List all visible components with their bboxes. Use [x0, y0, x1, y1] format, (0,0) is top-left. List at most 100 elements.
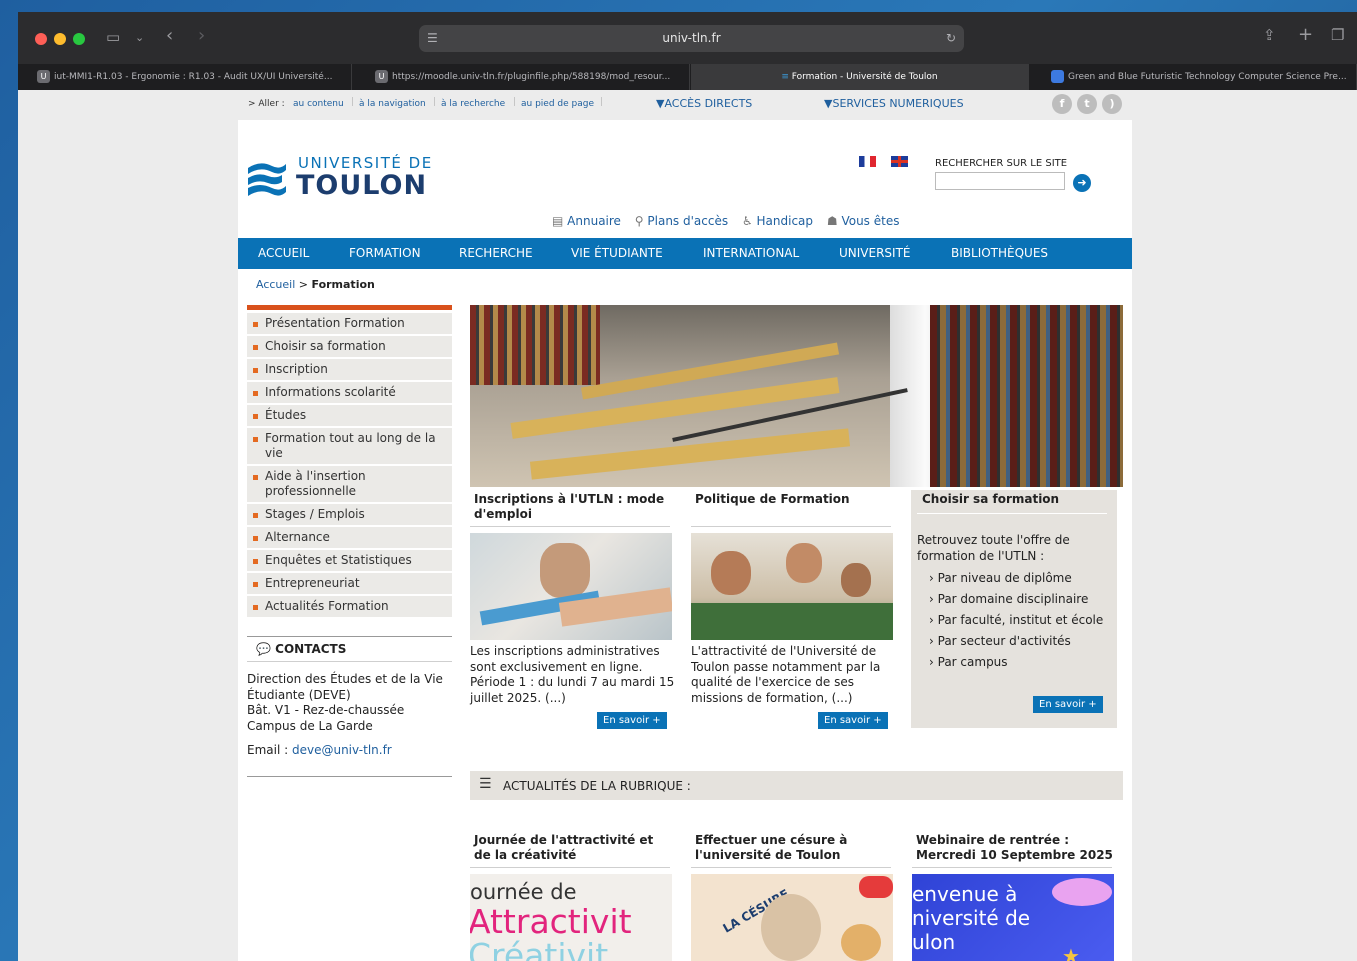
tab-favicon-icon: U [37, 70, 50, 83]
sidebar-item-presentation[interactable]: Présentation Formation [247, 313, 452, 334]
tab-item[interactable]: U https://moodle.univ-tln.fr/pluginfile.… [372, 64, 690, 90]
twitter-icon[interactable]: t [1077, 94, 1097, 114]
french-flag-icon[interactable] [859, 156, 876, 167]
vous-etes-link[interactable]: ☗ Vous êtes [827, 214, 900, 228]
actu-title-webinaire[interactable]: Webinaire de rentrée : Mercredi 10 Septe… [916, 833, 1116, 863]
utility-links: ▤ Annuaire ⚲ Plans d'accès ♿ Handicap ☗ … [552, 214, 899, 228]
nav-universite[interactable]: UNIVERSITÉ [839, 238, 911, 269]
directory-icon: ▤ [552, 214, 564, 228]
link-par-campus[interactable]: › Par campus [929, 655, 1008, 669]
skip-link-footer[interactable]: au pied de page [521, 99, 594, 109]
uk-flag-icon[interactable] [891, 156, 908, 167]
sidebar-item-formation-continue[interactable]: Formation tout au long de la vie [247, 428, 452, 464]
choisir-intro: Retrouvez toute l'offre de formation de … [917, 533, 1070, 563]
politique-photo [691, 533, 893, 640]
back-icon[interactable]: ‹ [166, 25, 173, 46]
choisir-title: Choisir sa formation [922, 492, 1060, 506]
site-container: > Aller : au contenu | à la navigation |… [238, 90, 1132, 961]
wheelchair-icon: ♿ [741, 214, 753, 228]
link-par-domaine[interactable]: › Par domaine disciplinaire [929, 592, 1088, 606]
handicap-link[interactable]: ♿ Handicap [742, 214, 813, 228]
zoom-window-button[interactable] [73, 33, 85, 45]
link-par-secteur[interactable]: › Par secteur d'activités [929, 634, 1071, 648]
sidebar-item-choisir[interactable]: Choisir sa formation [247, 336, 452, 357]
link-par-faculte[interactable]: › Par faculté, institut et école [929, 613, 1103, 627]
sidebar-item-entrepreneuriat[interactable]: Entrepreneuriat [247, 573, 452, 594]
nav-international[interactable]: INTERNATIONAL [703, 238, 799, 269]
services-numeriques-menu[interactable]: ▼SERVICES NUMERIQUES [824, 97, 964, 110]
share-icon[interactable]: ⇪ [1263, 26, 1276, 44]
sidebar-item-alternance[interactable]: Alternance [247, 527, 452, 548]
skip-link-navigation[interactable]: à la navigation [359, 99, 426, 109]
rss-icon[interactable]: ) [1102, 94, 1122, 114]
tab-item[interactable]: U iut-MMI1-R1.03 - Ergonomie : R1.03 - A… [34, 64, 352, 90]
divider [470, 867, 670, 868]
main-navigation: ACCUEIL FORMATION RECHERCHE VIE ÉTUDIANT… [238, 238, 1132, 269]
skip-link-search[interactable]: à la recherche [441, 99, 505, 109]
browser-window: ▭ ⌄ ‹ › ☰ univ-tln.fr ↻ ⇪ + ❐ U iut-MMI1… [18, 12, 1357, 961]
skip-link-content[interactable]: au contenu [293, 99, 344, 109]
annuaire-link[interactable]: ▤ Annuaire [552, 214, 621, 228]
news-title-inscriptions[interactable]: Inscriptions à l'UTLN : mode d'emploi [474, 492, 674, 522]
chat-icon: 💬 [256, 642, 271, 656]
en-savoir-plus-button[interactable]: En savoir + [818, 712, 888, 729]
sidebar-item-etudes[interactable]: Études [247, 405, 452, 426]
new-tab-icon[interactable]: + [1298, 24, 1313, 45]
sidebar-item-actualites[interactable]: Actualités Formation [247, 596, 452, 617]
sidebar-item-inscription[interactable]: Inscription [247, 359, 452, 380]
divider: | [600, 97, 604, 107]
tab-label: iut-MMI1-R1.03 - Ergonomie : R1.03 - Aud… [54, 72, 333, 82]
sidebar-item-stages[interactable]: Stages / Emplois [247, 504, 452, 525]
skip-links-bar: > Aller : au contenu | à la navigation |… [238, 90, 1132, 120]
nav-recherche[interactable]: RECHERCHE [459, 238, 533, 269]
en-savoir-plus-button[interactable]: En savoir + [597, 712, 667, 729]
tab-bar: U iut-MMI1-R1.03 - Ergonomie : R1.03 - A… [18, 64, 1357, 90]
divider [247, 636, 452, 637]
choisir-formation-box: Choisir sa formation Retrouvez toute l'o… [911, 490, 1117, 728]
link-par-niveau[interactable]: › Par niveau de diplôme [929, 571, 1072, 585]
sidebar-item-insertion[interactable]: Aide à l'insertion professionnelle [247, 466, 452, 502]
address-bar[interactable]: ☰ univ-tln.fr ↻ [419, 25, 964, 52]
divider: | [513, 97, 517, 107]
email-link[interactable]: deve@univ-tln.fr [292, 743, 392, 757]
plans-acces-link[interactable]: ⚲ Plans d'accès [635, 214, 728, 228]
reload-icon[interactable]: ↻ [946, 25, 956, 52]
divider [691, 526, 891, 527]
sidebar-item-enquetes[interactable]: Enquêtes et Statistiques [247, 550, 452, 571]
nav-bibliotheques[interactable]: BIBLIOTHÈQUES [951, 238, 1048, 269]
sidebar-toggle-icon[interactable]: ▭ [106, 28, 120, 46]
actu-image-attractivite[interactable]: ournée de Attractivit Créativit [470, 874, 672, 961]
acces-directs-menu[interactable]: ▼ACCÈS DIRECTS [656, 97, 752, 110]
nav-formation[interactable]: FORMATION [349, 238, 421, 269]
search-submit-button[interactable]: ➜ [1073, 174, 1091, 192]
site-logo[interactable]: UNIVERSITÉ DE TOULON [246, 152, 446, 202]
page-menu-icon[interactable]: ☰ [427, 25, 438, 52]
tab-overview-icon[interactable]: ❐ [1331, 26, 1344, 44]
actu-image-webinaire[interactable]: envenue à niversité de ulon ★ [912, 874, 1114, 961]
list-icon: ☰ [479, 776, 492, 792]
search-input[interactable] [935, 172, 1065, 190]
tab-label: https://moodle.univ-tln.fr/pluginfile.ph… [392, 72, 671, 82]
close-window-button[interactable] [35, 33, 47, 45]
minimize-window-button[interactable] [54, 33, 66, 45]
actu-title-cesure[interactable]: Effectuer une césure à l'université de T… [695, 833, 895, 863]
web-page: > Aller : au contenu | à la navigation |… [18, 90, 1357, 961]
tab-favicon-icon: U [375, 70, 388, 83]
breadcrumb-home[interactable]: Accueil [256, 278, 295, 291]
en-savoir-plus-button[interactable]: En savoir + [1033, 696, 1103, 713]
tab-label: Formation - Université de Toulon [791, 72, 938, 82]
url-text: univ-tln.fr [662, 31, 721, 45]
sidebar-top-bar [247, 305, 452, 310]
actu-title-attractivite[interactable]: Journée de l'attractivité et de la créat… [474, 833, 674, 863]
chevron-down-icon[interactable]: ⌄ [135, 31, 144, 44]
facebook-icon[interactable]: f [1052, 94, 1072, 114]
forward-icon[interactable]: › [198, 25, 205, 46]
tab-item-active[interactable]: ≡ Formation - Université de Toulon [691, 64, 1029, 90]
nav-accueil[interactable]: ACCUEIL [258, 238, 309, 269]
news-title-politique[interactable]: Politique de Formation [695, 492, 895, 507]
sidebar-item-scolarite[interactable]: Informations scolarité [247, 382, 452, 403]
tab-item[interactable]: Green and Blue Futuristic Technology Com… [1048, 64, 1357, 90]
nav-vie-etudiante[interactable]: VIE ÉTUDIANTE [571, 238, 663, 269]
divider [247, 776, 452, 777]
actu-image-cesure[interactable]: LA CÉSURE [691, 874, 893, 961]
